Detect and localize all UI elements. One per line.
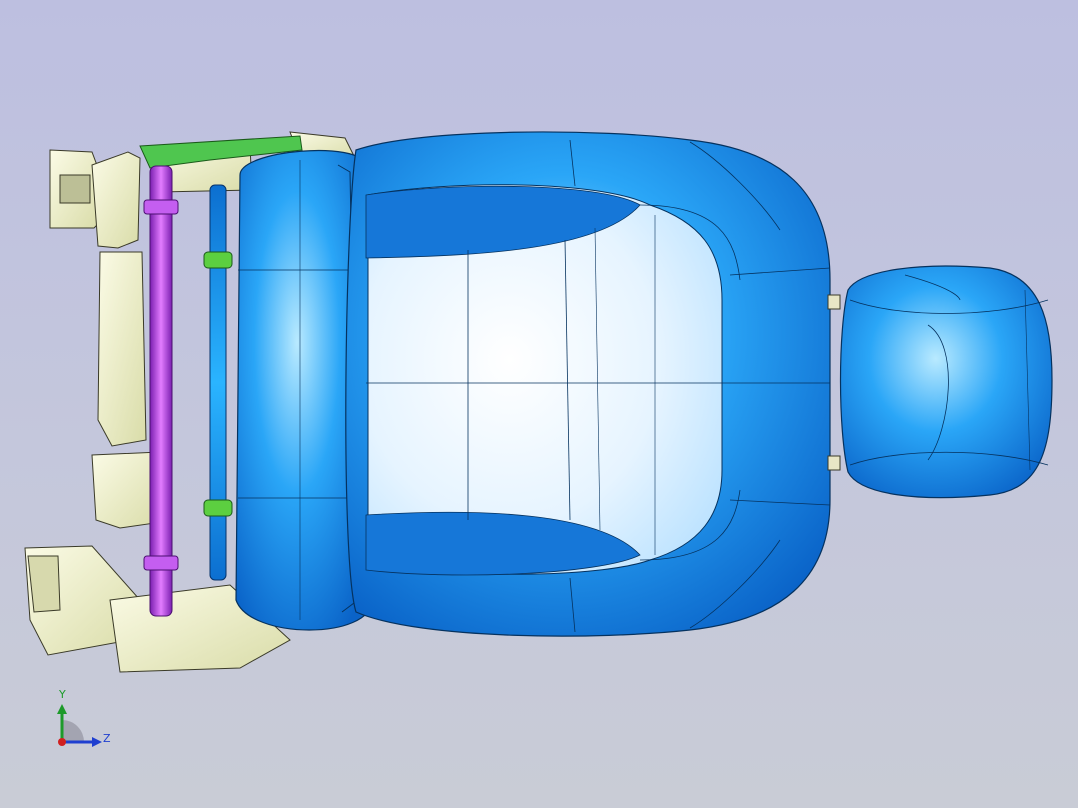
headrest[interactable] [839,265,1053,499]
x-axis-dot [58,738,66,746]
z-axis-label: Z [103,732,111,745]
cad-viewport[interactable]: Y Z [0,0,1078,808]
cross-tube[interactable] [143,165,179,617]
seat-model[interactable] [0,0,1078,808]
y-axis-label: Y [59,688,66,701]
seat-cushion[interactable] [345,131,831,637]
side-rail[interactable] [203,184,233,581]
